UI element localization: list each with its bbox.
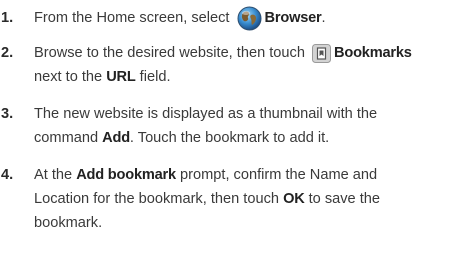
step-line: next to the URL field. [34, 68, 171, 86]
step-number: 2. [1, 45, 14, 61]
step-line: The new website is displayed as a thumbn… [34, 105, 377, 123]
add-label: Add [102, 130, 130, 146]
ok-label: OK [283, 191, 305, 207]
url-label: URL [106, 69, 136, 85]
step-text: The new website is displayed as a thumbn… [34, 106, 378, 122]
step-text: At the [34, 167, 77, 183]
step-line: At the Add bookmark prompt, confirm the … [34, 166, 377, 184]
step-text: . [321, 10, 326, 26]
step-number: 1. [1, 10, 14, 26]
step-text: prompt, confirm the Name and [175, 167, 378, 183]
step-line: command Add. Touch the bookmark to add i… [34, 129, 329, 147]
step-number: 4. [1, 167, 14, 183]
step-text: Browse to the desired website, then touc… [34, 45, 310, 61]
step-text: Location for the bookmark, then touch [34, 191, 284, 207]
step-line: bookmark. [34, 214, 102, 232]
step-text: field. [135, 69, 171, 85]
add-bookmark-label: Add bookmark [76, 167, 176, 183]
step-number: 3. [1, 106, 14, 122]
step-line: From the Home screen, select Browser. [34, 6, 326, 31]
step-text: command [34, 130, 103, 146]
step-text: bookmark. [34, 215, 103, 231]
step-text: From the Home screen, select [34, 10, 234, 26]
step-text: to save the [304, 191, 381, 207]
browser-label: Browser [264, 10, 322, 26]
globe-icon [237, 6, 262, 31]
bookmarks-label: Bookmarks [334, 45, 412, 61]
step-text: next to the [34, 69, 107, 85]
step-line: Location for the bookmark, then touch OK… [34, 190, 380, 208]
step-line: Browse to the desired website, then touc… [34, 43, 412, 63]
bookmark-icon [312, 43, 332, 63]
step-text: . Touch the bookmark to add it. [129, 130, 330, 146]
